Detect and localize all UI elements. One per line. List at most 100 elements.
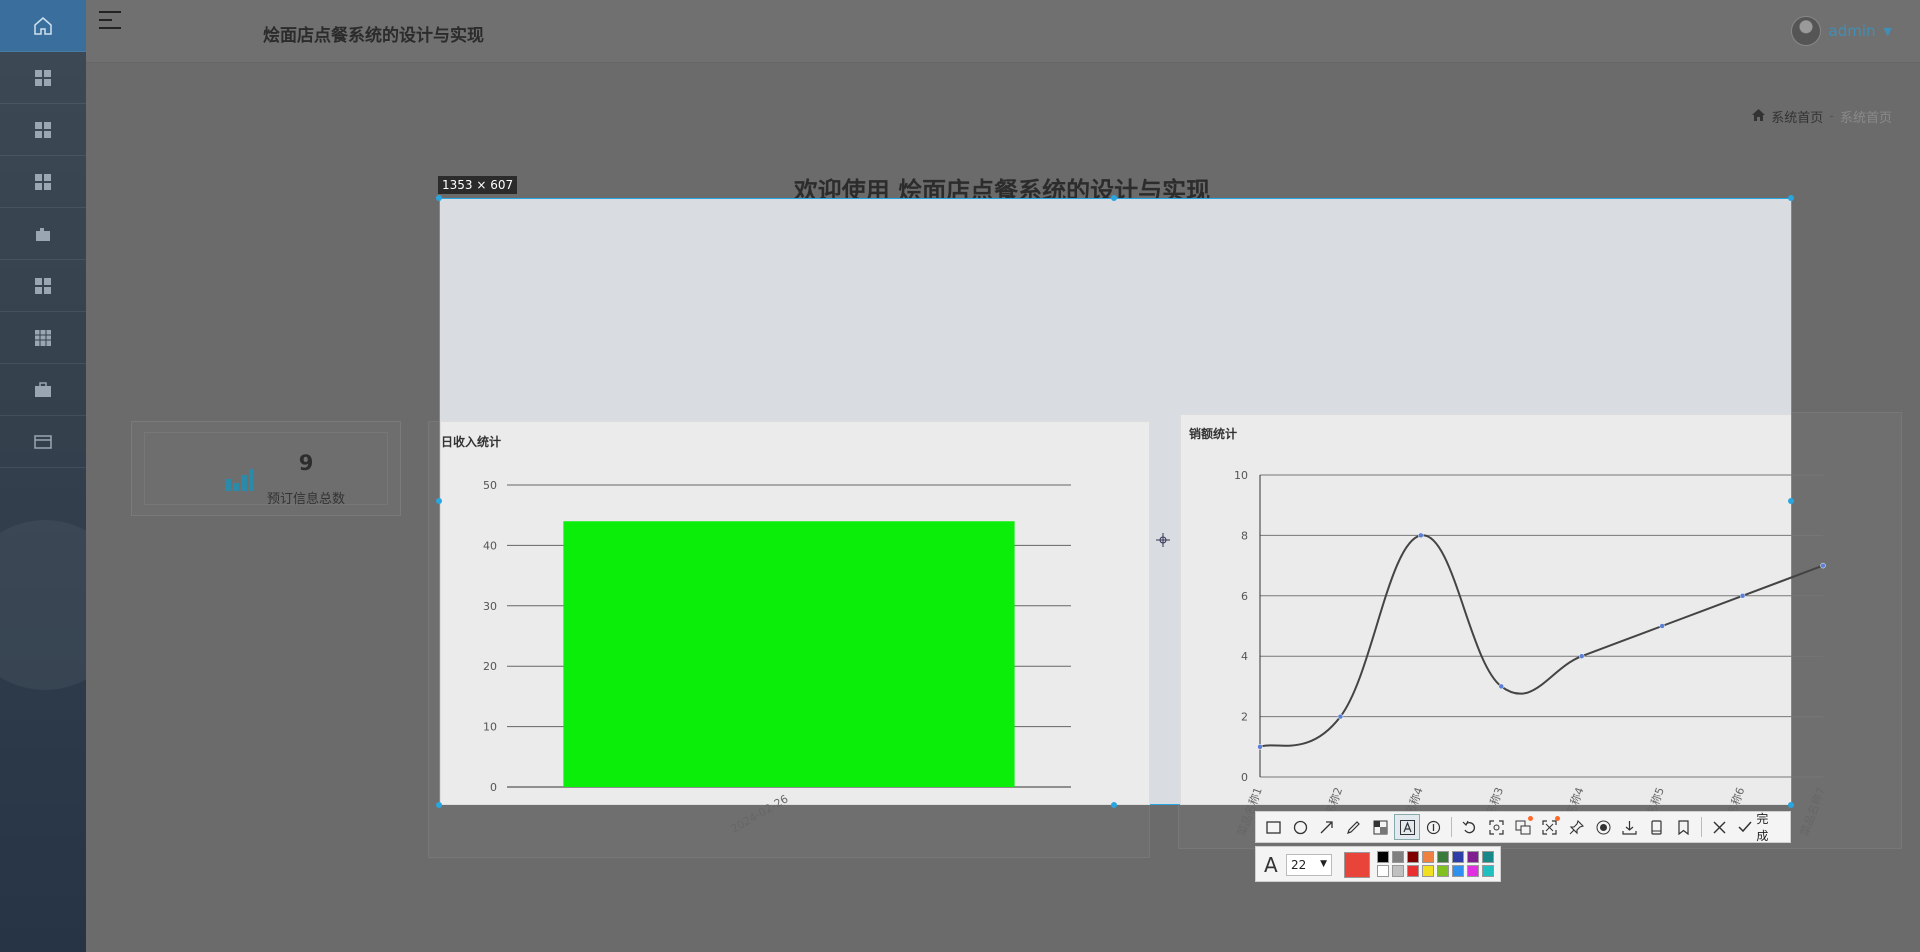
data-point bbox=[1739, 593, 1746, 599]
stat-card-inner: 9 预订信息总数 bbox=[144, 432, 388, 507]
color-swatch[interactable] bbox=[1392, 865, 1404, 877]
undo-icon[interactable] bbox=[1456, 814, 1483, 840]
resize-handle-w[interactable] bbox=[436, 498, 442, 504]
data-point bbox=[1820, 562, 1826, 569]
color-swatch[interactable] bbox=[1437, 851, 1449, 863]
scan-icon[interactable] bbox=[1483, 814, 1510, 840]
y-tick-label: 10 bbox=[1234, 469, 1248, 482]
new-badge bbox=[1528, 816, 1534, 821]
color-swatch[interactable] bbox=[1422, 865, 1434, 877]
screenshot-toolbar: 完成 bbox=[1255, 811, 1791, 843]
color-swatch[interactable] bbox=[1392, 851, 1404, 863]
puzzle-icon bbox=[34, 225, 52, 243]
y-tick-label: 6 bbox=[1241, 590, 1248, 603]
resize-handle-nw[interactable] bbox=[436, 195, 442, 201]
income-bar-chart: 010203040502024-02-26 bbox=[483, 479, 1071, 836]
grid-icon bbox=[34, 277, 52, 295]
toolbar-divider bbox=[1700, 817, 1702, 837]
grid-icon bbox=[34, 121, 52, 139]
font-size-value: 22 bbox=[1291, 858, 1307, 872]
y-tick-label: 50 bbox=[483, 479, 497, 492]
resize-handle-se[interactable] bbox=[1788, 802, 1794, 808]
color-swatch[interactable] bbox=[1467, 865, 1479, 877]
resize-handle-s[interactable] bbox=[1111, 802, 1117, 808]
text-options-bar: A 22 ▼ bbox=[1255, 846, 1501, 882]
briefcase-icon bbox=[34, 381, 52, 399]
color-swatch[interactable] bbox=[1407, 851, 1419, 863]
color-swatch[interactable] bbox=[1377, 865, 1389, 877]
y-tick-label: 0 bbox=[490, 781, 497, 794]
text-tool-icon[interactable] bbox=[1393, 814, 1421, 840]
y-tick-label: 40 bbox=[483, 539, 497, 552]
sidebar-item-9[interactable] bbox=[0, 416, 86, 468]
device-icon[interactable] bbox=[1643, 814, 1670, 840]
resize-handle-ne[interactable] bbox=[1788, 195, 1794, 201]
avatar[interactable] bbox=[1790, 16, 1821, 46]
sidebar-decoration bbox=[0, 520, 86, 690]
color-swatch[interactable] bbox=[1422, 851, 1434, 863]
done-button[interactable]: 完成 bbox=[1732, 810, 1786, 844]
card-icon bbox=[34, 433, 52, 451]
close-icon[interactable] bbox=[1706, 814, 1733, 840]
user-name[interactable]: admin bbox=[1829, 22, 1876, 40]
color-swatch[interactable] bbox=[1452, 865, 1464, 877]
breadcrumb-home[interactable]: 系统首页 bbox=[1771, 107, 1823, 126]
sidebar-item-8[interactable] bbox=[0, 364, 86, 416]
toolbar-divider bbox=[1451, 817, 1453, 837]
y-tick-label: 8 bbox=[1241, 529, 1248, 542]
bookmark-icon[interactable] bbox=[1670, 814, 1697, 840]
mosaic-tool-icon[interactable] bbox=[1367, 814, 1394, 840]
resize-handle-e[interactable] bbox=[1788, 498, 1794, 504]
sales-line-chart: 0246810菜品名称1菜品名称2菜品名称4菜品名称3菜品名称4菜品名称5菜品名… bbox=[1234, 469, 1828, 838]
current-color-swatch[interactable] bbox=[1344, 852, 1370, 878]
sidebar-item-3[interactable] bbox=[0, 104, 86, 156]
arrow-tool-icon[interactable] bbox=[1313, 814, 1340, 840]
caret-down-icon[interactable]: ▼ bbox=[1884, 25, 1892, 38]
rectangle-tool-icon[interactable] bbox=[1260, 814, 1287, 840]
color-swatch[interactable] bbox=[1467, 851, 1479, 863]
sidebar-item-5[interactable] bbox=[0, 208, 86, 260]
menu-toggle-icon[interactable] bbox=[99, 11, 121, 31]
sidebar-item-7[interactable] bbox=[0, 312, 86, 364]
data-point bbox=[1498, 683, 1505, 690]
color-swatch[interactable] bbox=[1407, 865, 1419, 877]
stat-label: 预订信息总数 bbox=[266, 492, 345, 507]
sidebar-item-2[interactable] bbox=[0, 52, 86, 104]
font-size-select[interactable]: 22 ▼ bbox=[1286, 854, 1332, 876]
color-swatch[interactable] bbox=[1482, 865, 1494, 877]
y-tick-label: 20 bbox=[483, 660, 497, 673]
home-icon[interactable] bbox=[1752, 108, 1766, 125]
sidebar-menu bbox=[0, 0, 86, 468]
y-tick-label: 2 bbox=[1241, 711, 1248, 724]
number-marker-tool-icon[interactable] bbox=[1420, 814, 1447, 840]
table-icon bbox=[34, 329, 52, 347]
crosshair-cursor-icon bbox=[1156, 532, 1170, 547]
breadcrumb: 系统首页 - 系统首页 bbox=[1752, 107, 1892, 126]
download-icon[interactable] bbox=[1617, 814, 1644, 840]
ellipse-tool-icon[interactable] bbox=[1287, 814, 1314, 840]
chevron-down-icon: ▼ bbox=[1320, 859, 1327, 869]
selection-size-label: 1353 × 607 bbox=[438, 176, 518, 194]
color-swatch[interactable] bbox=[1482, 851, 1494, 863]
y-tick-label: 30 bbox=[483, 600, 497, 613]
bar bbox=[563, 521, 1015, 787]
color-swatch[interactable] bbox=[1437, 865, 1449, 877]
ocr-icon[interactable] bbox=[1536, 814, 1563, 840]
y-tick-label: 4 bbox=[1241, 650, 1248, 663]
sidebar-item-1[interactable] bbox=[0, 0, 86, 52]
pen-tool-icon[interactable] bbox=[1340, 814, 1367, 840]
grid-icon bbox=[34, 69, 52, 87]
resize-handle-sw[interactable] bbox=[436, 802, 442, 808]
color-swatch[interactable] bbox=[1377, 851, 1389, 863]
color-swatch[interactable] bbox=[1452, 851, 1464, 863]
new-badge bbox=[1555, 816, 1561, 821]
sidebar-item-6[interactable] bbox=[0, 260, 86, 312]
income-chart-panel: 日收入统计 0 10 20 30 40 50 2024-02-26 bbox=[440, 421, 1150, 836]
sidebar bbox=[0, 0, 86, 952]
translate-icon[interactable] bbox=[1510, 814, 1537, 840]
check-icon bbox=[1738, 821, 1753, 833]
resize-handle-n[interactable] bbox=[1111, 195, 1117, 201]
record-icon[interactable] bbox=[1590, 814, 1617, 840]
pin-icon[interactable] bbox=[1563, 814, 1590, 840]
user-menu[interactable]: admin ▼ bbox=[1790, 16, 1892, 46]
